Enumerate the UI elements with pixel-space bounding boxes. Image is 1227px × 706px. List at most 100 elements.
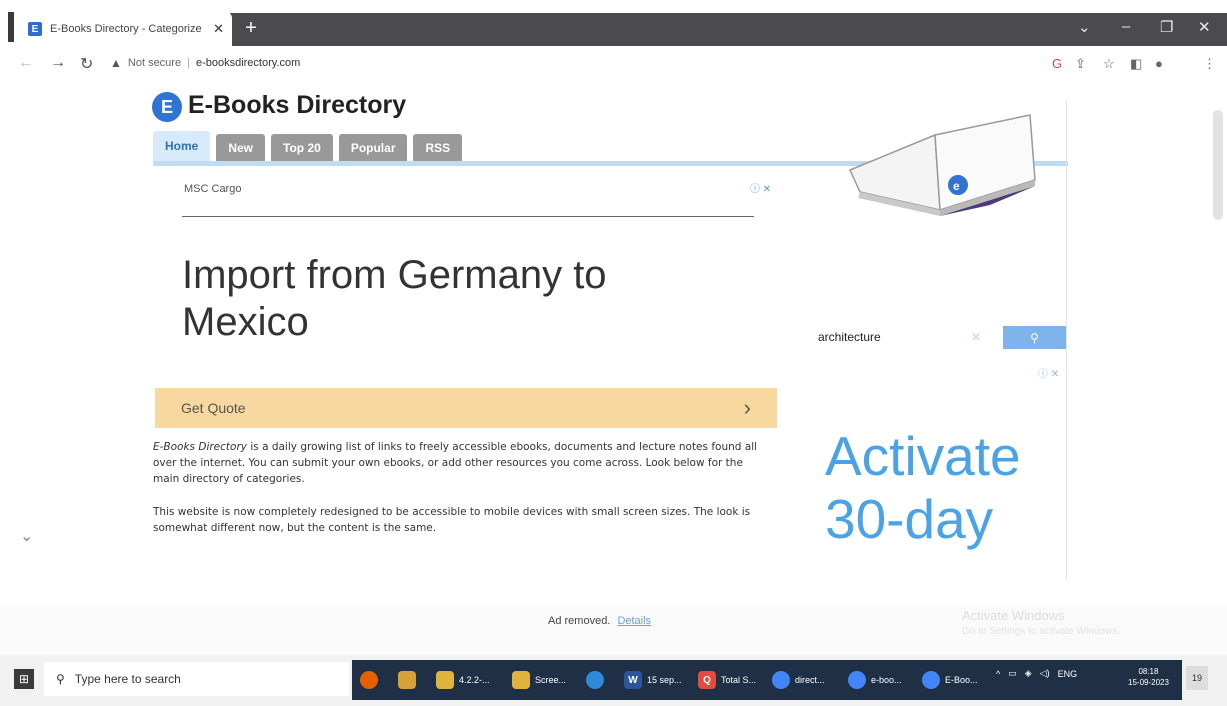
activate-windows-title: Activate Windows (962, 608, 1065, 623)
search-icon: ⚲ (1030, 330, 1039, 345)
taskbar-app-label: Scree... (535, 675, 567, 685)
ad2-text[interactable]: Activate 30-day (825, 425, 1021, 551)
taskbar-app-total[interactable]: Q Total S... (698, 666, 756, 694)
taskbar-app-label: 15 sep... (647, 675, 682, 685)
file-icon (512, 671, 530, 689)
browser-tab[interactable]: E E-Books Directory - Categorize ✕ (20, 12, 232, 46)
menu-icon[interactable]: ⋮ (1203, 56, 1216, 72)
minimize-button[interactable]: – (1122, 18, 1130, 35)
taskbar-search[interactable]: ⚲ Type here to search (44, 662, 349, 696)
address-bar[interactable]: ▲ Not secure | e-booksdirectory.com (110, 52, 1010, 74)
window-edge (8, 12, 14, 42)
page-scrollbar[interactable] (1213, 110, 1223, 220)
url-separator: | (187, 57, 190, 69)
taskbar-app-word[interactable]: W 15 sep... (624, 666, 682, 694)
chrome-icon (922, 671, 940, 689)
ad-headline[interactable]: Import from Germany to Mexico (182, 252, 742, 346)
taskbar-clock[interactable]: 08:18 15-09-2023 (1128, 666, 1169, 688)
browser-tab-strip: E E-Books Directory - Categorize ✕ + ⌄ –… (0, 0, 1227, 46)
page-border (1066, 100, 1067, 580)
site-logo[interactable]: E (152, 92, 182, 122)
tab-title: E-Books Directory - Categorize (50, 23, 202, 35)
app-icon: Q (698, 671, 716, 689)
taskbar-search-placeholder: Type here to search (74, 672, 181, 686)
chevron-down-icon[interactable]: ⌄ (20, 526, 33, 546)
ad-get-quote-button[interactable]: Get Quote › (155, 388, 777, 428)
ad-sponsor[interactable]: MSC Cargo (184, 183, 241, 195)
tab-search-icon[interactable]: ⌄ (1078, 18, 1091, 36)
nav-tab-new[interactable]: New (216, 134, 266, 161)
nav-tab-popular[interactable]: Popular (338, 134, 408, 161)
chrome-icon (772, 671, 790, 689)
system-tray: ^ ▭ ◈ ◁) ENG (996, 668, 1077, 679)
reload-button[interactable]: ↻ (80, 54, 93, 74)
restore-button[interactable]: ❐ (1160, 18, 1173, 36)
security-status: Not secure (127, 57, 182, 69)
chrome-icon (848, 671, 866, 689)
taskbar-app-photos[interactable] (398, 666, 416, 694)
book-illustration: e (848, 114, 1036, 216)
clock-time: 08:18 (1138, 667, 1159, 676)
browser-toolbar: ← → ↻ ▲ Not secure | e-booksdirectory.co… (0, 46, 1227, 80)
file-icon (436, 671, 454, 689)
taskbar-app-label: Total S... (721, 675, 757, 685)
taskbar-app-label: 4.2.2-... (459, 675, 490, 685)
taskbar-app-label: direct... (795, 675, 825, 685)
favicon-icon: E (28, 22, 42, 36)
intro-paragraph: E-Books Directory is a daily growing lis… (153, 439, 771, 487)
network-icon[interactable]: ◈ (1025, 668, 1032, 679)
nav-tab-home[interactable]: Home (153, 131, 211, 161)
side-panel-icon[interactable]: ◧ (1130, 56, 1142, 72)
ad2-line1: Activate (825, 425, 1021, 487)
share-icon[interactable]: ⇪ (1075, 56, 1086, 72)
ad-divider (182, 216, 754, 217)
taskbar-app-chrome-2[interactable]: e-boo... (848, 666, 902, 694)
taskbar-app-file-1[interactable]: 4.2.2-... (436, 666, 490, 694)
nav-tab-rss[interactable]: RSS (413, 134, 463, 161)
taskbar-app-edge[interactable] (586, 666, 604, 694)
site-title[interactable]: E-Books Directory (188, 91, 406, 120)
nav-tab-top20[interactable]: Top 20 (271, 134, 333, 161)
language-indicator[interactable]: ENG (1058, 669, 1078, 679)
ad-details-link[interactable]: Details (617, 615, 651, 627)
warning-icon: ▲ (110, 56, 122, 70)
edge-icon (586, 671, 604, 689)
back-button[interactable]: ← (18, 54, 34, 72)
ad2-line2: 30-day (825, 488, 994, 550)
battery-icon[interactable]: ▭ (1008, 668, 1017, 679)
google-icon[interactable]: G (1052, 56, 1062, 71)
notification-center-button[interactable]: 19 (1186, 666, 1208, 690)
taskbar-app-label: e-boo... (871, 675, 902, 685)
ad2-info-icon[interactable]: ⓘ ✕ (1038, 365, 1059, 380)
taskbar-app-firefox[interactable] (360, 666, 378, 694)
start-button[interactable]: ⊞ (14, 669, 34, 689)
profile-icon[interactable]: ● (1155, 56, 1163, 71)
ad-removed-notice: Ad removed. Details (548, 615, 651, 627)
chevron-up-icon[interactable]: ^ (996, 669, 1000, 679)
intro-site-name: E-Books Directory (153, 441, 247, 453)
site-nav: Home New Top 20 Popular RSS (153, 131, 463, 161)
url-text: e-booksdirectory.com (195, 57, 301, 69)
ad-info-icon[interactable]: ⓘ ✕ (750, 180, 771, 195)
search-icon: ⚲ (56, 672, 65, 686)
redesign-paragraph: This website is now completely redesigne… (153, 506, 751, 534)
chevron-right-icon: › (743, 395, 751, 420)
taskbar-app-chrome-3[interactable]: E-Boo... (922, 666, 978, 694)
volume-icon[interactable]: ◁) (1040, 668, 1050, 679)
new-tab-button[interactable]: + (238, 15, 264, 41)
close-window-button[interactable]: ✕ (1198, 18, 1211, 36)
tab-close-icon[interactable]: ✕ (213, 21, 224, 37)
clock-date: 15-09-2023 (1128, 678, 1169, 687)
search-input[interactable] (812, 326, 977, 348)
photos-icon (398, 671, 416, 689)
clear-search-icon[interactable]: ✕ (971, 330, 981, 344)
taskbar-app-chrome-1[interactable]: direct... (772, 666, 825, 694)
bookmark-star-icon[interactable]: ☆ (1103, 56, 1115, 72)
ad-removed-text: Ad removed. (548, 615, 611, 627)
word-icon: W (624, 671, 642, 689)
ad-cta-label: Get Quote (181, 400, 246, 416)
web-page: E E-Books Directory Home New Top 20 Popu… (0, 80, 1227, 655)
taskbar-app-file-2[interactable]: Scree... (512, 666, 566, 694)
search-button[interactable]: ⚲ (1003, 326, 1066, 349)
forward-button[interactable]: → (50, 54, 66, 72)
